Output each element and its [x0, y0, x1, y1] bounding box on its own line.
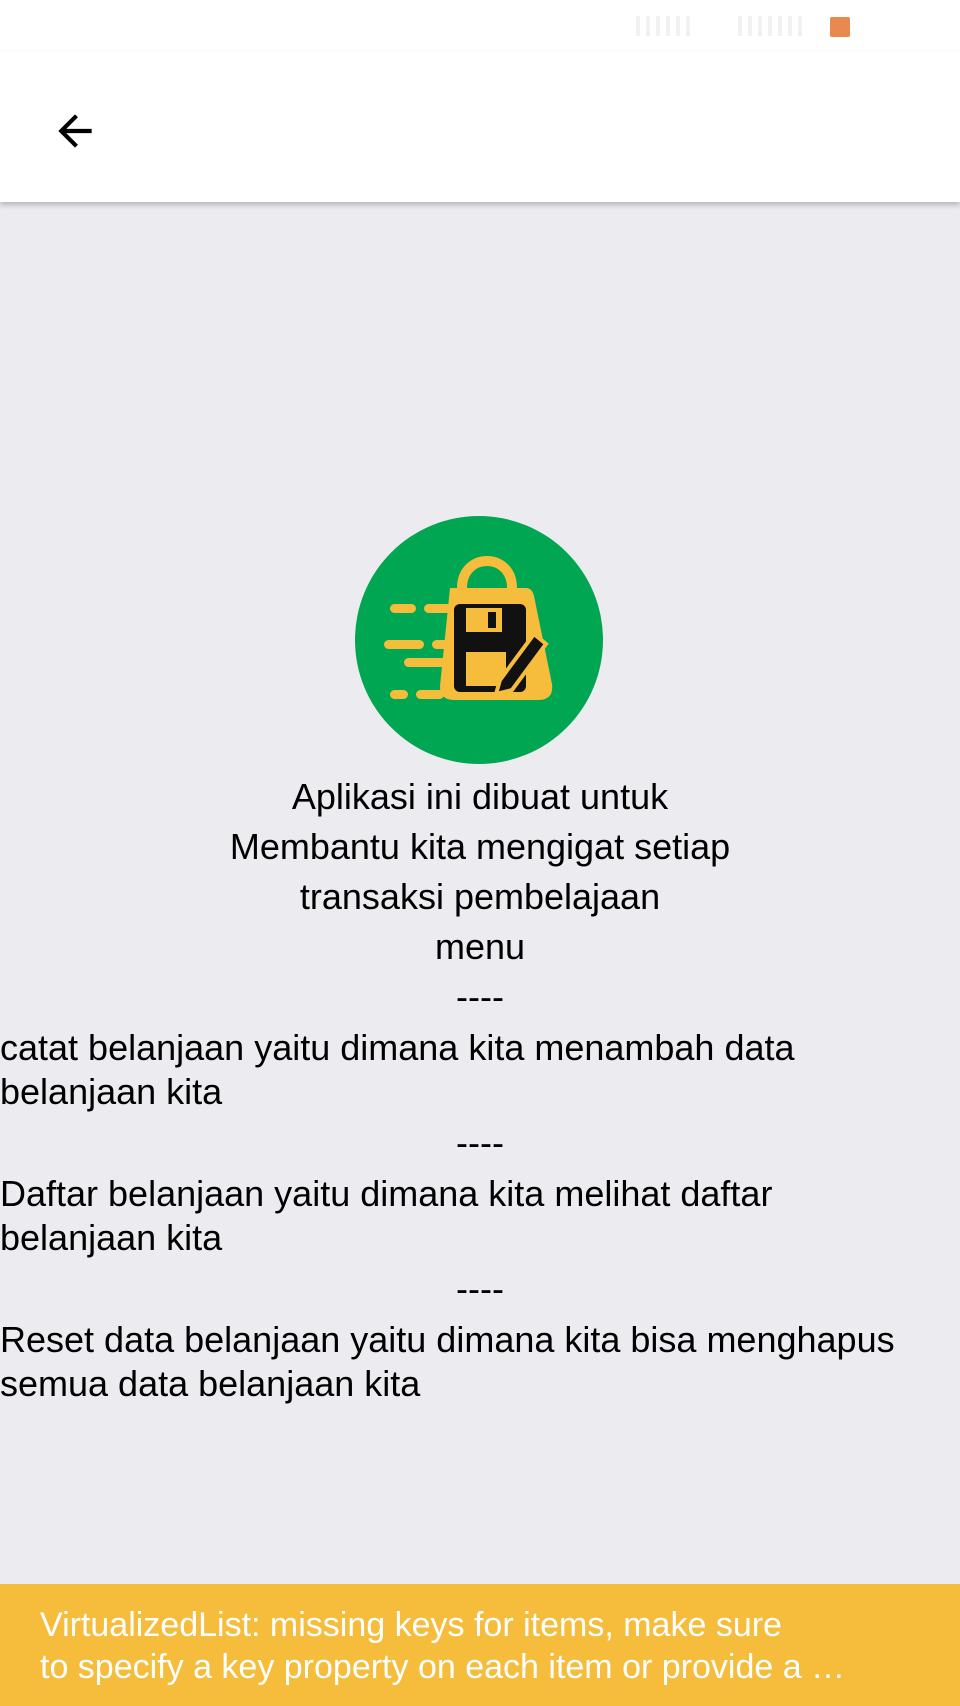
separator-2: ----	[456, 1122, 504, 1163]
arrow-left-icon	[58, 114, 92, 148]
daftar-belanjaan-description: Daftar belanjaan yaitu dimana kita melih…	[0, 1172, 940, 1260]
app-bar	[0, 52, 960, 202]
toast-line-2: to specify a key property on each item o…	[40, 1648, 846, 1686]
description-text: catat belanjaan yaitu dimana kita menamb…	[0, 1027, 795, 1068]
intro-line-1: Aplikasi ini dibuat untuk	[291, 776, 669, 817]
reset-data-description: Reset data belanjaan yaitu dimana kita b…	[0, 1318, 940, 1406]
toast-line-1: VirtualizedList: missing keys for items,…	[40, 1606, 782, 1644]
description-content: Aplikasi ini dibuat untuk Membantu kita …	[0, 772, 960, 1410]
description-text: belanjaan kita	[0, 1217, 223, 1258]
status-bar	[0, 0, 960, 52]
description-text: Reset data belanjaan yaitu dimana kita b…	[0, 1319, 895, 1360]
separator-3: ----	[456, 1268, 504, 1309]
description-text: semua data belanjaan kita	[0, 1363, 421, 1404]
menu-heading: menu	[434, 926, 526, 967]
description-text: Daftar belanjaan yaitu dimana kita melih…	[0, 1173, 773, 1214]
shopping-bag-floppy-pencil-icon	[355, 516, 603, 764]
notification-icon	[830, 17, 850, 37]
status-icons-faint-2	[738, 16, 802, 36]
status-icons-faint	[636, 16, 696, 36]
intro-line-3: transaksi pembelajaan	[299, 876, 661, 917]
warning-toast[interactable]: VirtualizedList: missing keys for items,…	[0, 1584, 960, 1706]
catat-belanjaan-description: catat belanjaan yaitu dimana kita menamb…	[0, 1026, 940, 1114]
separator-1: ----	[456, 976, 504, 1017]
intro-line-2: Membantu kita mengigat setiap	[229, 826, 731, 867]
description-text: belanjaan kita	[0, 1071, 223, 1112]
back-button[interactable]	[40, 96, 110, 166]
